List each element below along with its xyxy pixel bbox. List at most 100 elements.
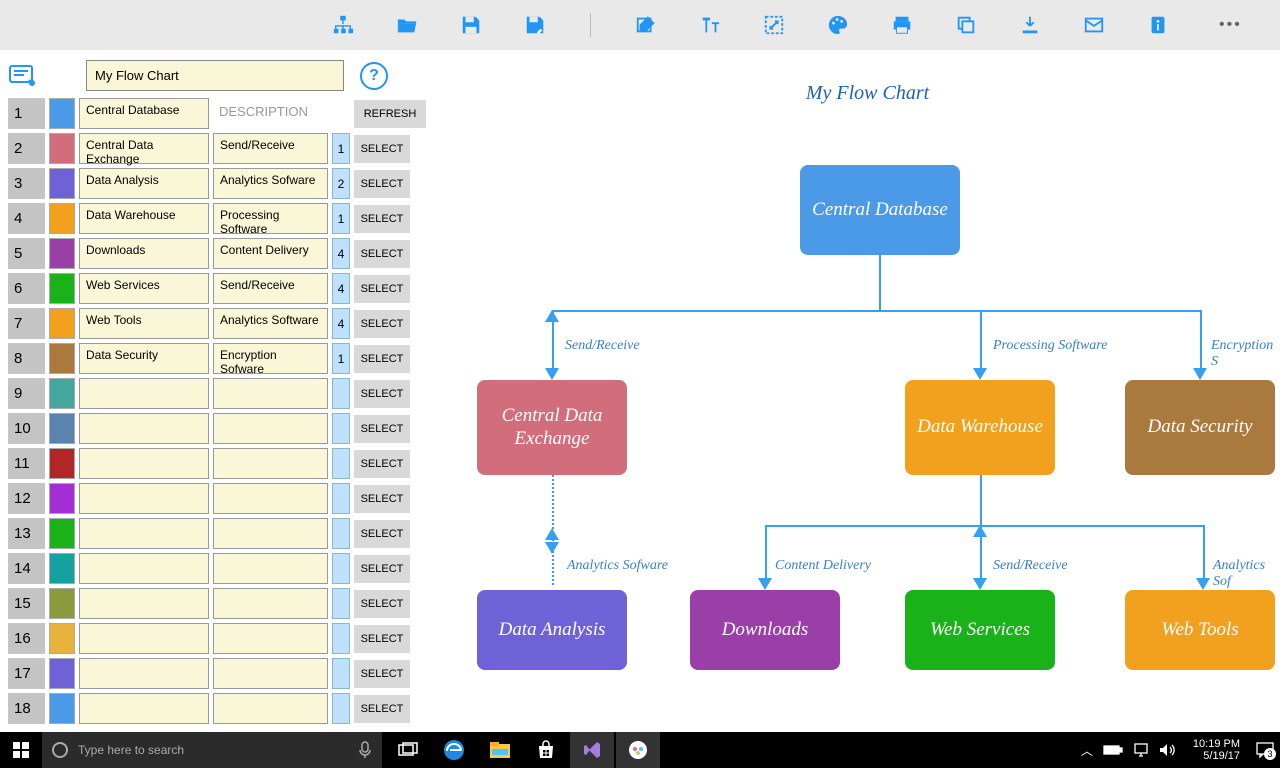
toolbar-download-icon[interactable] — [1017, 12, 1043, 38]
select-button[interactable]: SELECT — [354, 205, 410, 233]
select-button[interactable]: SELECT — [354, 695, 410, 723]
node-data-warehouse[interactable]: Data Warehouse — [905, 380, 1055, 475]
parent-picker[interactable]: 1 — [332, 343, 350, 374]
parent-picker[interactable] — [332, 378, 350, 409]
node-name-input[interactable] — [79, 413, 209, 444]
toolbar-mail-icon[interactable] — [1081, 12, 1107, 38]
select-button[interactable]: SELECT — [354, 310, 410, 338]
select-button[interactable]: SELECT — [354, 170, 410, 198]
select-button[interactable]: SELECT — [354, 485, 410, 513]
description-input[interactable]: Content Delivery — [213, 238, 328, 269]
parent-picker[interactable] — [332, 483, 350, 514]
description-input[interactable] — [213, 623, 328, 654]
description-input[interactable]: Processing Software — [213, 203, 328, 234]
edge-icon[interactable] — [432, 732, 476, 768]
node-name-input[interactable] — [79, 483, 209, 514]
select-button[interactable]: SELECT — [354, 275, 410, 303]
toolbar-hierarchy-icon[interactable] — [330, 12, 356, 38]
color-swatch[interactable] — [49, 203, 75, 234]
color-swatch[interactable] — [49, 553, 75, 584]
description-input[interactable]: Encryption Sofware — [213, 343, 328, 374]
select-button[interactable]: SELECT — [354, 240, 410, 268]
node-web-tools[interactable]: Web Tools — [1125, 590, 1275, 670]
color-swatch[interactable] — [49, 658, 75, 689]
parent-picker[interactable]: 1 — [332, 133, 350, 164]
select-button[interactable]: SELECT — [354, 555, 410, 583]
toolbar-copy-icon[interactable] — [953, 12, 979, 38]
toolbar-saveas-icon[interactable] — [522, 12, 548, 38]
battery-icon[interactable] — [1103, 743, 1123, 757]
parent-picker[interactable]: 2 — [332, 168, 350, 199]
node-name-input[interactable] — [79, 553, 209, 584]
node-name-input[interactable] — [79, 623, 209, 654]
toolbar-edit-icon[interactable] — [633, 12, 659, 38]
description-input[interactable]: Analytics Software — [213, 308, 328, 339]
refresh-button[interactable]: REFRESH — [354, 100, 426, 128]
node-central-database[interactable]: Central Database — [800, 165, 960, 255]
select-button[interactable]: SELECT — [354, 625, 410, 653]
color-swatch[interactable] — [49, 623, 75, 654]
node-name-input[interactable] — [79, 588, 209, 619]
color-swatch[interactable] — [49, 413, 75, 444]
chart-title-input[interactable] — [86, 60, 344, 91]
node-name-input[interactable]: Central Database — [79, 98, 209, 129]
task-view-icon[interactable] — [386, 732, 430, 768]
description-input[interactable] — [213, 483, 328, 514]
node-data-analysis[interactable]: Data Analysis — [477, 590, 627, 670]
node-name-input[interactable] — [79, 658, 209, 689]
color-swatch[interactable] — [49, 378, 75, 409]
parent-picker[interactable] — [332, 693, 350, 724]
color-swatch[interactable] — [49, 693, 75, 724]
action-center-icon[interactable]: 3 — [1256, 742, 1274, 758]
description-input[interactable]: Send/Receive — [213, 273, 328, 304]
color-swatch[interactable] — [49, 343, 75, 374]
description-input[interactable] — [213, 658, 328, 689]
node-name-input[interactable]: Central Data Exchange — [79, 133, 209, 164]
color-swatch[interactable] — [49, 133, 75, 164]
select-button[interactable]: SELECT — [354, 520, 410, 548]
tray-chevron-icon[interactable]: ︿ — [1081, 742, 1093, 759]
node-name-input[interactable]: Downloads — [79, 238, 209, 269]
toolbar-text-icon[interactable] — [697, 12, 723, 38]
select-button[interactable]: SELECT — [354, 415, 410, 443]
parent-picker[interactable] — [332, 658, 350, 689]
toolbar-more-icon[interactable]: ••• — [1219, 16, 1242, 34]
node-name-input[interactable] — [79, 518, 209, 549]
select-button[interactable]: SELECT — [354, 660, 410, 688]
file-explorer-icon[interactable] — [478, 732, 522, 768]
toolbar-info-icon[interactable] — [1145, 12, 1171, 38]
node-name-input[interactable]: Web Services — [79, 273, 209, 304]
description-input[interactable]: Send/Receive — [213, 133, 328, 164]
toolbar-save-icon[interactable] — [458, 12, 484, 38]
store-icon[interactable] — [524, 732, 568, 768]
parent-picker[interactable] — [332, 623, 350, 654]
description-input[interactable] — [213, 553, 328, 584]
description-input[interactable] — [213, 413, 328, 444]
color-swatch[interactable] — [49, 308, 75, 339]
description-input[interactable] — [213, 518, 328, 549]
visual-studio-icon[interactable] — [570, 732, 614, 768]
parent-picker[interactable]: 4 — [332, 238, 350, 269]
parent-picker[interactable]: 1 — [332, 203, 350, 234]
description-input[interactable] — [213, 693, 328, 724]
toolbar-palette-icon[interactable] — [825, 12, 851, 38]
parent-picker[interactable] — [332, 553, 350, 584]
node-name-input[interactable] — [79, 693, 209, 724]
volume-icon[interactable] — [1159, 743, 1177, 757]
color-swatch[interactable] — [49, 588, 75, 619]
network-icon[interactable] — [1133, 743, 1149, 757]
node-web-services[interactable]: Web Services — [905, 590, 1055, 670]
color-swatch[interactable] — [49, 168, 75, 199]
node-name-input[interactable] — [79, 378, 209, 409]
color-swatch[interactable] — [49, 518, 75, 549]
parent-picker[interactable] — [332, 588, 350, 619]
description-input[interactable] — [213, 588, 328, 619]
taskbar-search[interactable]: Type here to search — [42, 732, 382, 768]
toolbar-open-icon[interactable] — [394, 12, 420, 38]
color-swatch[interactable] — [49, 448, 75, 479]
toolbar-print-icon[interactable] — [889, 12, 915, 38]
color-swatch[interactable] — [49, 238, 75, 269]
node-name-input[interactable]: Data Warehouse — [79, 203, 209, 234]
color-swatch[interactable] — [49, 98, 75, 129]
node-central-data-exchange[interactable]: Central Data Exchange — [477, 380, 627, 475]
